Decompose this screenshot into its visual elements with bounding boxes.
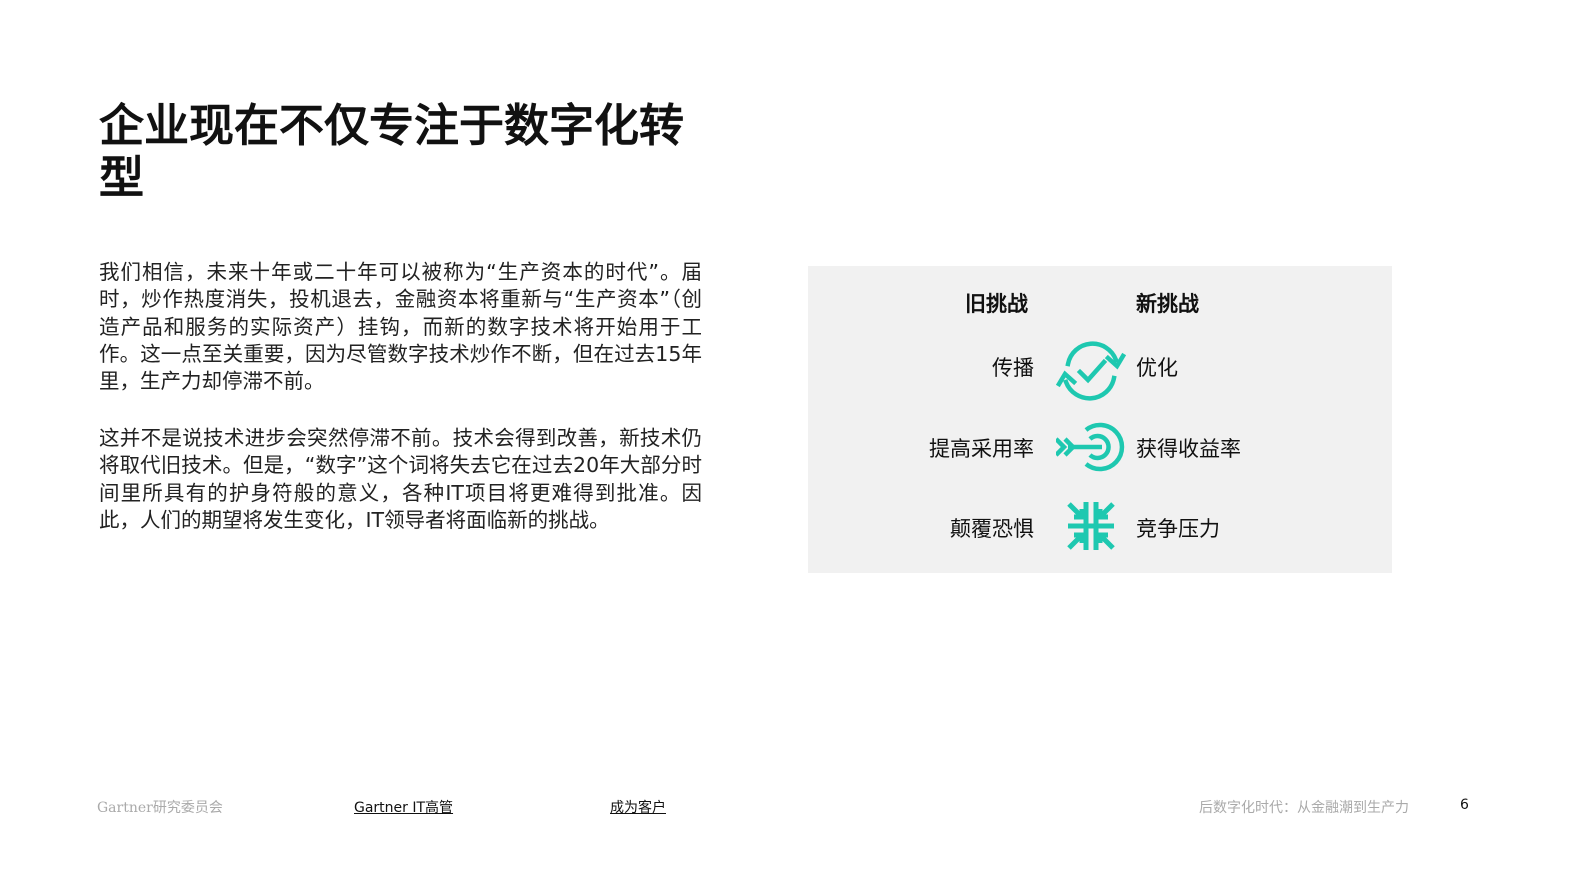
paragraph-1: 我们相信，未来十年或二十年可以被称为“生产资本的时代”。届时，炒作热度消失，投机… (99, 260, 702, 394)
new-challenges-header: 新挑战 (1136, 292, 1199, 316)
old-challenge-1: 传播 (992, 356, 1034, 380)
paragraph-2: 这并不是说技术进步会突然停滞不前。技术会得到改善，新技术仍将取代旧技术。但是，“… (99, 426, 702, 532)
gartner-it-executives-link[interactable]: Gartner IT高管 (354, 797, 453, 817)
converge-arrows-icon (1067, 502, 1115, 550)
page-number: 6 (1460, 797, 1469, 813)
refresh-check-icon (1056, 341, 1126, 401)
new-challenge-2: 获得收益率 (1136, 437, 1241, 461)
footer-brand: Gartner研究委员会 (97, 800, 223, 816)
footer-doc-title: 后数字化时代：从金融潮到生产力 (1199, 800, 1409, 816)
new-challenge-3: 竞争压力 (1136, 517, 1220, 541)
old-challenge-3: 颠覆恐惧 (950, 517, 1034, 541)
become-client-link[interactable]: 成为客户 (610, 797, 666, 817)
challenges-panel: 旧挑战 新挑战 传播 优化 提高采用率 获得收益率 颠覆恐惧 竞争压力 (808, 266, 1392, 573)
old-challenge-2: 提高采用率 (929, 437, 1034, 461)
page-title: 企业现在不仅专注于数字化转型 (99, 99, 685, 204)
new-challenge-1: 优化 (1136, 356, 1178, 380)
target-arrow-icon (1056, 422, 1125, 472)
old-challenges-header: 旧挑战 (965, 292, 1028, 316)
